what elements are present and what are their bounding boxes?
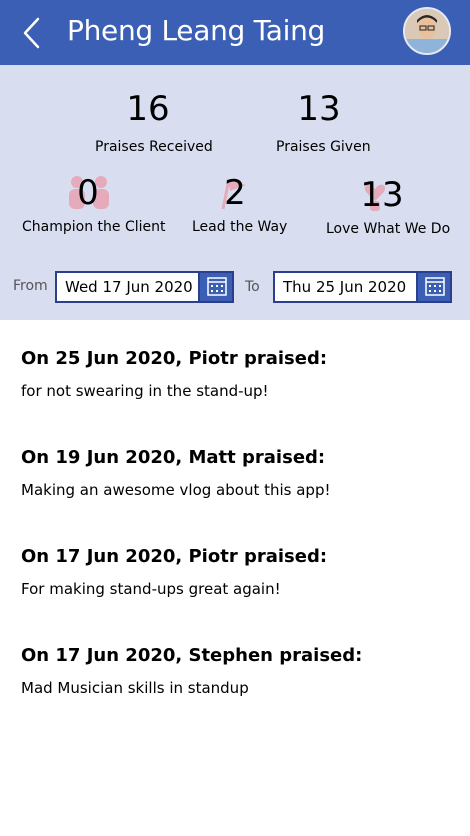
praises-given-label: Praises Given [276,139,371,155]
stats-panel: 16 Praises Received 13 Praises Given 0 C… [0,65,470,320]
champion-the-client-label: Champion the Client [22,219,166,235]
avatar[interactable] [403,7,451,55]
praise-heading: On 19 Jun 2020, Matt praised: [21,447,326,468]
praise-heading: On 17 Jun 2020, Stephen praised: [21,645,363,666]
calendar-icon[interactable] [416,273,450,301]
list-item[interactable]: On 19 Jun 2020, Matt praised: Making an … [21,447,451,499]
praises-given-count: 13 [297,89,341,129]
from-date-picker[interactable]: Wed 17 Jun 2020 [55,271,234,303]
back-button[interactable] [18,16,48,50]
from-label: From [13,278,48,294]
app-header: Pheng Leang Taing [0,0,470,65]
to-date-value: Thu 25 Jun 2020 [283,278,407,296]
user-photo-icon [405,9,449,53]
list-item[interactable]: On 25 Jun 2020, Piotr praised: for not s… [21,348,451,400]
love-what-we-do-count: 13 [360,175,404,215]
lead-the-way-label: Lead the Way [192,219,288,235]
list-item[interactable]: On 17 Jun 2020, Stephen praised: Mad Mus… [21,645,451,697]
praise-message: Making an awesome vlog about this app! [21,481,331,499]
praises-received-count: 16 [126,89,170,129]
praise-message: Mad Musician skills in standup [21,679,249,697]
praise-message: For making stand-ups great again! [21,580,281,598]
praise-message: for not swearing in the stand-up! [21,382,269,400]
lead-the-way-count: 2 [224,173,246,213]
chevron-left-icon [23,17,40,49]
page-title: Pheng Leang Taing [67,14,326,47]
calendar-icon[interactable] [198,273,232,301]
praise-heading: On 17 Jun 2020, Piotr praised: [21,546,328,567]
champion-the-client-count: 0 [77,173,99,213]
to-label: To [245,279,260,295]
from-date-value: Wed 17 Jun 2020 [65,278,193,296]
praise-heading: On 25 Jun 2020, Piotr praised: [21,348,328,369]
list-item[interactable]: On 17 Jun 2020, Piotr praised: For makin… [21,546,451,598]
praises-received-label: Praises Received [95,139,213,155]
to-date-picker[interactable]: Thu 25 Jun 2020 [273,271,452,303]
love-what-we-do-label: Love What We Do [326,221,451,237]
